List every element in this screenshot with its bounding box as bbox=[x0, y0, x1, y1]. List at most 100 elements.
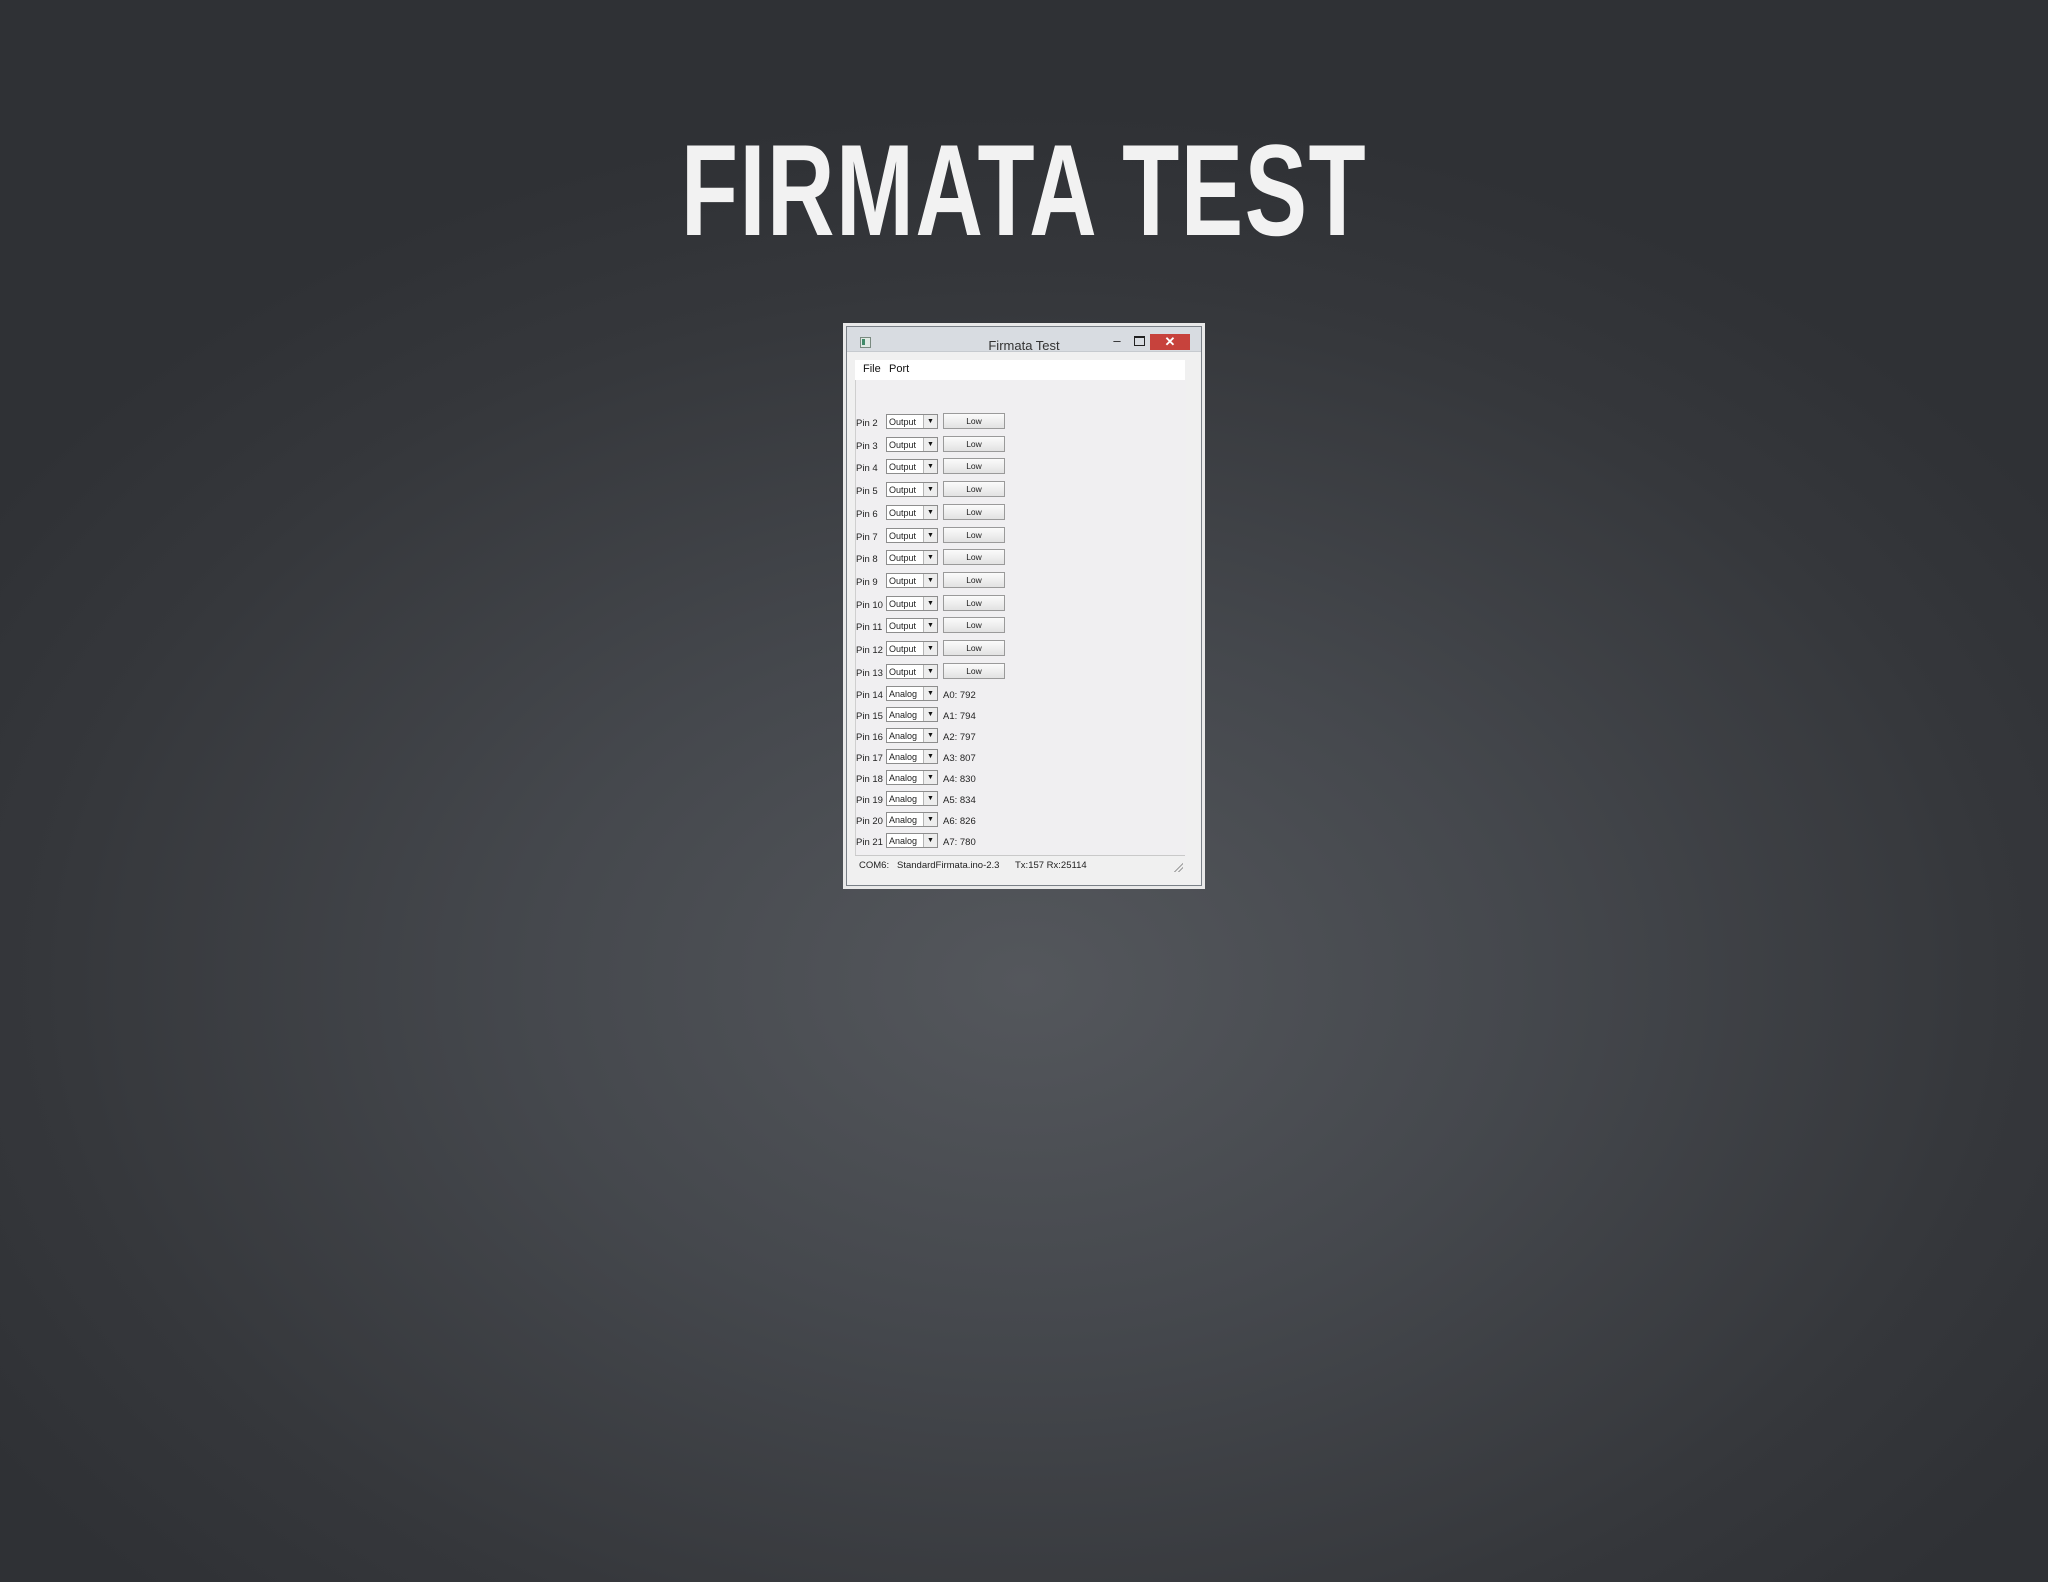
analog-reading: A4: 830 bbox=[943, 774, 976, 785]
pin-level-toggle-button[interactable]: Low bbox=[943, 458, 1005, 475]
pin-mode-select[interactable]: Analog ▼ bbox=[886, 707, 938, 722]
pin-mode-select[interactable]: Analog ▼ bbox=[886, 812, 938, 827]
chevron-down-icon: ▼ bbox=[923, 834, 937, 847]
pin-mode-select[interactable]: Output ▼ bbox=[886, 436, 938, 452]
pin-mode-value: Output bbox=[889, 462, 917, 473]
pin-mode-value: Output bbox=[889, 439, 917, 450]
pin-row: Pin 19 Analog ▼ A5: 834 bbox=[856, 791, 1056, 809]
analog-reading: A2: 797 bbox=[943, 732, 976, 743]
slide-title: FIRMATA TEST bbox=[680, 117, 1368, 263]
pin-mode-value: Output bbox=[889, 485, 917, 496]
firmata-test-window: Firmata Test – ✕ File Port Pin 2 Output ▼ L… bbox=[846, 326, 1202, 886]
pin-mode-value: Analog bbox=[889, 710, 918, 720]
status-firmware: StandardFirmata.ino-2.3 bbox=[897, 860, 1000, 871]
pin-mode-value: Output bbox=[889, 598, 917, 609]
pin-row: Pin 15 Analog ▼ A1: 794 bbox=[856, 707, 1056, 725]
pin-mode-value: Output bbox=[889, 530, 917, 541]
pin-label: Pin 15 bbox=[856, 711, 883, 722]
pin-mode-value: Analog bbox=[889, 836, 918, 846]
pin-mode-select[interactable]: Output ▼ bbox=[886, 572, 938, 588]
resize-grip-icon[interactable] bbox=[1173, 862, 1183, 872]
pin-panel: Pin 2 Output ▼ Low Pin 3 Output ▼ Low Pin 4 Outpu… bbox=[855, 380, 1186, 860]
pin-mode-value: Analog bbox=[889, 731, 918, 741]
pin-mode-select[interactable]: Output ▼ bbox=[886, 641, 938, 656]
menu-port[interactable]: Port bbox=[889, 363, 909, 375]
pin-mode-select[interactable]: Output ▼ bbox=[886, 527, 938, 543]
pin-mode-select[interactable]: Output ▼ bbox=[886, 459, 938, 475]
pin-row: Pin 17 Analog ▼ A3: 807 bbox=[856, 749, 1056, 767]
pin-mode-select[interactable]: Output ▼ bbox=[886, 414, 938, 429]
pin-mode-select[interactable]: Output ▼ bbox=[886, 595, 938, 611]
title-bar[interactable]: Firmata Test – ✕ bbox=[847, 327, 1201, 353]
pin-label: Pin 11 bbox=[856, 622, 883, 634]
pin-label: Pin 2 bbox=[856, 418, 878, 429]
chevron-down-icon: ▼ bbox=[923, 437, 937, 451]
pin-mode-value: Analog bbox=[889, 815, 918, 825]
pin-level-toggle-button[interactable]: Low bbox=[943, 617, 1005, 634]
pin-level-toggle-button[interactable]: Low bbox=[943, 435, 1005, 452]
pin-label: Pin 8 bbox=[856, 554, 878, 566]
chevron-down-icon: ▼ bbox=[923, 596, 937, 610]
pin-mode-value: Analog bbox=[889, 794, 918, 804]
pin-mode-value: Output bbox=[889, 507, 917, 518]
minimize-button[interactable]: – bbox=[1107, 333, 1127, 351]
chevron-down-icon: ▼ bbox=[923, 771, 937, 784]
chevron-down-icon: ▼ bbox=[923, 505, 937, 519]
pin-mode-value: Analog bbox=[889, 773, 918, 783]
pin-level-toggle-button[interactable]: Low bbox=[943, 594, 1005, 611]
analog-reading: A3: 807 bbox=[943, 753, 976, 764]
pin-label: Pin 4 bbox=[856, 463, 878, 475]
pin-level-toggle-button[interactable]: Low bbox=[943, 481, 1005, 498]
pin-row: Pin 2 Output ▼ Low bbox=[856, 413, 1056, 432]
pin-level-toggle-button[interactable]: Low bbox=[943, 413, 1005, 429]
pin-row: Pin 12 Output ▼ Low bbox=[856, 640, 1056, 659]
pin-mode-select[interactable]: Analog ▼ bbox=[886, 791, 938, 806]
pin-row: Pin 13 Output ▼ Low bbox=[856, 662, 1056, 682]
chevron-down-icon: ▼ bbox=[923, 813, 937, 826]
status-port: COM6: bbox=[859, 860, 890, 871]
chevron-down-icon: ▼ bbox=[923, 415, 937, 428]
pin-mode-select[interactable]: Analog ▼ bbox=[886, 728, 938, 743]
pin-level-toggle-button[interactable]: Low bbox=[943, 503, 1005, 520]
analog-reading: A6: 826 bbox=[943, 816, 976, 827]
pin-mode-select[interactable]: Analog ▼ bbox=[886, 749, 938, 764]
pin-level-toggle-button[interactable]: Low bbox=[943, 549, 1005, 566]
pin-mode-select[interactable]: Analog ▼ bbox=[886, 833, 938, 848]
chevron-down-icon: ▼ bbox=[923, 573, 937, 587]
maximize-button[interactable] bbox=[1129, 333, 1149, 351]
status-traffic: Tx:157 Rx:25114 bbox=[1015, 860, 1087, 871]
close-button[interactable]: ✕ bbox=[1150, 334, 1190, 350]
pin-row: Pin 9 Output ▼ Low bbox=[856, 571, 1056, 591]
chevron-down-icon: ▼ bbox=[923, 551, 937, 565]
pin-mode-value: Output bbox=[889, 417, 917, 427]
pin-mode-value: Output bbox=[889, 666, 917, 677]
pin-label: Pin 14 bbox=[856, 690, 883, 701]
chevron-down-icon: ▼ bbox=[923, 792, 937, 805]
pin-level-toggle-button[interactable]: Low bbox=[943, 662, 1005, 679]
analog-reading: A5: 834 bbox=[943, 795, 976, 806]
pin-row: Pin 7 Output ▼ Low bbox=[856, 526, 1056, 546]
pin-mode-select[interactable]: Analog ▼ bbox=[886, 686, 938, 701]
pin-level-toggle-button[interactable]: Low bbox=[943, 571, 1005, 588]
pin-label: Pin 6 bbox=[856, 508, 878, 520]
pin-mode-select[interactable]: Output ▼ bbox=[886, 504, 938, 520]
pin-row: Pin 5 Output ▼ Low bbox=[856, 481, 1056, 500]
pin-row: Pin 11 Output ▼ Low bbox=[856, 617, 1056, 636]
pin-mode-select[interactable]: Output ▼ bbox=[886, 663, 938, 679]
pin-level-toggle-button[interactable]: Low bbox=[943, 640, 1005, 656]
pin-label: Pin 7 bbox=[856, 531, 878, 543]
pin-mode-select[interactable]: Output ▼ bbox=[886, 482, 938, 498]
pin-row: Pin 21 Analog ▼ A7: 780 bbox=[856, 833, 1056, 851]
menu-file[interactable]: File bbox=[863, 363, 881, 375]
pin-row: Pin 20 Analog ▼ A6: 826 bbox=[856, 812, 1056, 830]
chevron-down-icon: ▼ bbox=[923, 729, 937, 742]
chevron-down-icon: ▼ bbox=[923, 642, 937, 655]
pin-label: Pin 17 bbox=[856, 753, 883, 764]
pin-mode-value: Output bbox=[889, 621, 917, 632]
pin-level-toggle-button[interactable]: Low bbox=[943, 526, 1005, 543]
pin-mode-select[interactable]: Analog ▼ bbox=[886, 770, 938, 785]
pin-label: Pin 19 bbox=[856, 795, 883, 806]
pin-label: Pin 12 bbox=[856, 645, 883, 656]
pin-mode-select[interactable]: Output ▼ bbox=[886, 550, 938, 566]
pin-mode-select[interactable]: Output ▼ bbox=[886, 618, 938, 634]
